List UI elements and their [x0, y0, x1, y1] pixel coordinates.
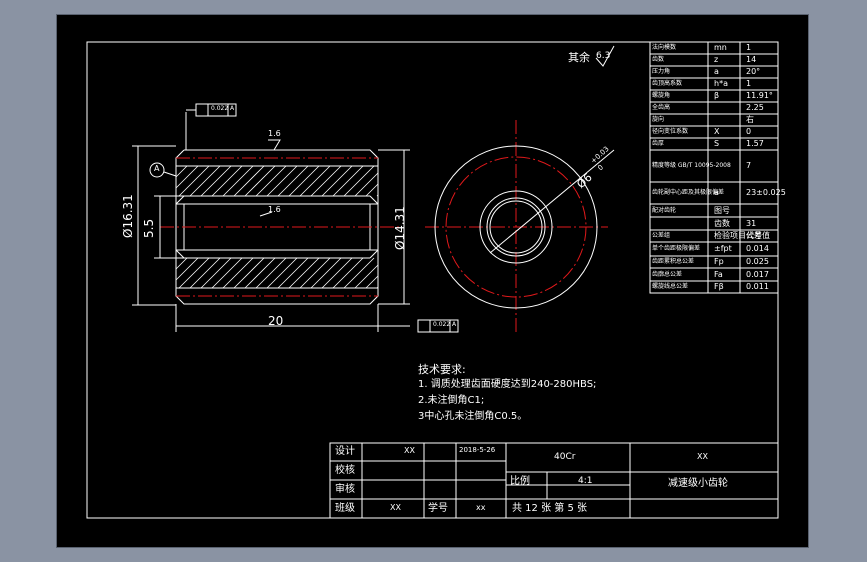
param-cell: 螺旋角: [652, 92, 671, 99]
param-cell: 齿数: [714, 218, 730, 228]
param-cell: 压力角: [652, 68, 671, 75]
param-cell: S: [714, 139, 720, 148]
surface-finish-bore: 1.6: [268, 205, 281, 214]
param-cell: 图号: [714, 205, 730, 215]
dimension-lines: [132, 112, 410, 332]
param-cell: β: [714, 91, 720, 100]
param-cell: Fa: [714, 269, 723, 279]
tech-req-item: 3中心孔未注倒角C0.5。: [418, 411, 528, 422]
param-cell: 1: [746, 79, 752, 88]
param-cell: 齿廓总公差: [652, 270, 683, 278]
tech-req-title: 技术要求:: [418, 363, 466, 376]
hatch-line: [365, 183, 379, 197]
param-cell: 20°: [746, 67, 761, 76]
surface-finish-inner: 1.6: [268, 129, 281, 138]
param-cell: mn: [714, 43, 727, 52]
param-cell: 齿厚: [652, 140, 665, 147]
param-cell: 2.25: [746, 103, 764, 112]
drawing-frame: [86, 41, 779, 519]
outer-diameter-dim: Ø16.31: [121, 194, 135, 238]
param-cell: 精度等级 GB/T 10095-2008: [652, 162, 731, 169]
param-cell: 右: [746, 115, 754, 124]
param-cell: Fp: [714, 257, 724, 266]
surface-finish-note: 其余: [568, 51, 590, 64]
param-cell: X: [714, 127, 720, 136]
center-lines: [160, 120, 608, 335]
param-cell: a: [714, 188, 719, 197]
param-cell: 7: [746, 161, 752, 170]
param-cell: 径向变位系数: [652, 128, 689, 135]
param-cell: a: [714, 67, 719, 76]
hatch-line: [175, 257, 199, 281]
param-cell: h*a: [714, 79, 728, 88]
surface-finish-value: 6.3: [596, 51, 611, 61]
bore-dim: 5.5: [142, 218, 156, 238]
param-cell: Fβ: [714, 282, 724, 291]
sheet-info: 共 12 张 第 5 张: [512, 503, 587, 514]
param-cell: 31: [746, 218, 757, 228]
review-label: 审核: [335, 484, 355, 495]
class-value: XX: [390, 503, 401, 512]
param-cell: 11.91°: [746, 91, 773, 100]
hatch-line: [354, 264, 379, 289]
param-cell: 0.011: [746, 282, 769, 291]
hatch-line: [354, 172, 379, 197]
tolerance-top-value: 0.022: [211, 105, 229, 112]
hatch-line: [175, 165, 199, 189]
param-cell: 齿顶高系数: [652, 80, 683, 87]
tech-req-item: 1. 调质处理齿面硬度达到240-280HBS;: [418, 379, 597, 390]
param-cell: 配对齿轮: [652, 206, 677, 214]
tolerance-top-datum: A: [230, 105, 235, 112]
tolerance-bottom-value: 0.022: [433, 321, 451, 328]
param-cell: 14: [746, 55, 757, 64]
hatch-line: [365, 275, 379, 289]
param-cell: 公差值: [746, 231, 770, 240]
tech-req-item: 2.未注倒角C1;: [418, 395, 485, 406]
scale-label: 比例: [510, 476, 530, 487]
param-cell: 23±0.025: [746, 188, 786, 197]
inner-diameter-dim: Ø14.31: [393, 206, 407, 250]
id-label: 学号: [428, 503, 448, 514]
hatch-line: [175, 165, 188, 178]
param-cell: 旋向: [652, 116, 665, 123]
param-cell: 0.014: [746, 244, 769, 253]
datum-label: A: [154, 164, 160, 173]
length-dim: 20: [268, 314, 284, 328]
company: XX: [697, 452, 708, 461]
check-label: 校核: [335, 465, 355, 476]
param-cell: 全齿高: [652, 104, 671, 111]
param-cell: 单个齿距极限偏差: [652, 245, 701, 252]
part-name: 减速级小齿轮: [668, 478, 728, 489]
hatch-line: [175, 257, 188, 270]
param-cell: 螺旋线总公差: [652, 283, 689, 290]
design-date: 2018-5-26: [459, 446, 496, 454]
tolerance-bottom-datum: A: [452, 321, 457, 328]
param-cell: 0.025: [746, 257, 769, 266]
material: 40Cr: [554, 452, 576, 462]
param-cell: 齿距累积总公差: [652, 258, 695, 265]
param-cell: 0: [746, 127, 752, 136]
designer: XX: [404, 446, 415, 455]
id-value: xx: [476, 503, 486, 512]
design-label: 设计: [335, 446, 355, 457]
param-cell: 齿数: [652, 56, 665, 63]
scale-value: 4:1: [578, 476, 593, 486]
drawing-canvas: [86, 41, 779, 519]
param-cell: 法向模数: [652, 44, 677, 51]
param-cell: 1: [746, 43, 752, 52]
class-label: 班级: [335, 503, 355, 514]
param-cell: 公差组: [652, 232, 671, 239]
param-cell: 0.017: [746, 269, 769, 279]
param-cell: ±fpt: [714, 244, 732, 253]
param-cell: 1.57: [746, 139, 764, 148]
param-cell: z: [714, 55, 719, 64]
